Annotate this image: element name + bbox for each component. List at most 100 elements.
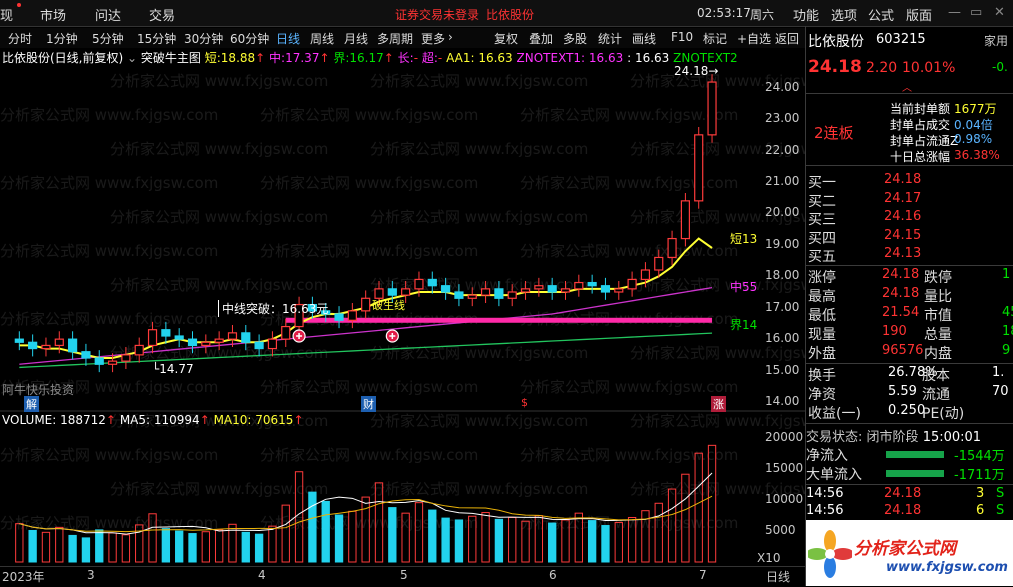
bid-row: 买四 24.15 <box>806 228 1013 247</box>
candle-body <box>134 344 144 356</box>
restore-icon[interactable]: ▭ <box>970 5 982 20</box>
volume-chart[interactable] <box>0 412 805 572</box>
tab-more[interactable]: 更多 <box>421 30 445 47</box>
date-july: 7 <box>699 568 707 582</box>
volume-bar <box>281 504 290 563</box>
tool-back[interactable]: 返回 <box>775 30 799 47</box>
fund-value: 0.250 <box>888 403 926 418</box>
tool-draw[interactable]: 画线 <box>632 30 656 47</box>
fund-label: 换手 <box>808 368 836 384</box>
tab-60min[interactable]: 60分钟 <box>230 30 269 47</box>
tab-monthly[interactable]: 月线 <box>344 30 368 47</box>
marker-dollar[interactable]: $ <box>521 396 528 409</box>
candle-body <box>227 332 238 340</box>
tick-time: 14:56 <box>806 486 844 501</box>
trade-time: 15:00:01 <box>922 430 982 445</box>
menu-function[interactable]: 功能 <box>793 5 819 24</box>
candle-body <box>467 294 477 299</box>
marker-zhang[interactable]: 涨 <box>711 396 726 412</box>
close-icon[interactable]: ✕ <box>994 5 1005 20</box>
chevron-up-icon[interactable]: ︿ <box>902 79 912 94</box>
volume-bar <box>55 526 64 563</box>
tab-fenshi[interactable]: 分时 <box>8 30 32 47</box>
candle-body <box>41 344 51 350</box>
menu-formula[interactable]: 公式 <box>868 5 894 24</box>
trade-login-notice[interactable]: 证券交易未登录 <box>395 6 479 23</box>
date-period[interactable]: 日线 <box>766 568 790 585</box>
bid-row: 买一 24.18 <box>806 172 1013 191</box>
candle-body <box>68 338 78 353</box>
candlestick-chart[interactable] <box>0 62 805 412</box>
bid-price: 24.15 <box>884 227 922 243</box>
volume-tick: 20000 <box>765 430 804 445</box>
menu-layout[interactable]: 版面 <box>906 5 932 24</box>
seal-stat-row: 当前封单额 1677万 <box>880 100 1013 116</box>
logo-url: www.fxjgsw.com <box>886 560 1008 575</box>
price-tick: 14.00 <box>765 394 800 408</box>
volume-bar <box>521 520 530 563</box>
candle-body <box>587 281 597 287</box>
menu-options[interactable]: 选项 <box>831 5 857 24</box>
tick-row: 14:56 24.18 3 S <box>806 486 1013 503</box>
tab-1min[interactable]: 1分钟 <box>46 30 78 47</box>
menu-trade[interactable]: 交易 <box>149 5 175 24</box>
volume-bar <box>494 518 504 563</box>
volume-bar <box>428 509 437 563</box>
menu-wenda[interactable]: 问达 <box>95 5 121 24</box>
tool-stats[interactable]: 统计 <box>598 30 622 47</box>
fund-label: PE(动) <box>922 406 965 422</box>
price-tick: 21.00 <box>765 174 800 188</box>
date-april: 4 <box>258 568 266 582</box>
marker-jie[interactable]: 解 <box>24 396 39 412</box>
candle-body <box>121 354 131 362</box>
candle-body <box>480 288 491 296</box>
fund-row: 收益(一) 0.250 PE(动) <box>806 403 1013 422</box>
volume-bar <box>41 531 51 563</box>
tab-5min[interactable]: 5分钟 <box>92 30 124 47</box>
bid-row: 买二 24.17 <box>806 191 1013 210</box>
tool-add-watchlist[interactable]: +自选 <box>737 30 771 47</box>
volume-bar <box>121 534 131 563</box>
candle-body <box>441 285 451 293</box>
candle-body <box>387 288 397 296</box>
volume-bar <box>468 515 477 563</box>
tool-overlay[interactable]: 叠加 <box>529 30 553 47</box>
candle-body <box>707 81 717 136</box>
tab-15min[interactable]: 15分钟 <box>137 30 176 47</box>
chevron-right-icon[interactable]: › <box>448 30 453 44</box>
menu-cut[interactable]: 现 <box>0 5 13 24</box>
minimize-icon[interactable]: — <box>948 5 961 20</box>
price-tick: 16.00 <box>765 331 800 346</box>
tool-mark[interactable]: 标记 <box>703 30 727 47</box>
volume-bar <box>667 488 677 563</box>
sector[interactable]: 家用 <box>984 32 1008 49</box>
flow-value: -1544万 <box>954 449 1005 464</box>
volume-bar <box>534 515 544 563</box>
ma5-value: MA5: 110994 <box>119 413 200 427</box>
change-pct: 10.01% <box>902 60 956 76</box>
menu-market[interactable]: 市场 <box>40 5 66 24</box>
quote-label: 总量 <box>924 327 952 343</box>
candle-body <box>214 338 224 343</box>
price-tick: 22.00 <box>765 142 800 157</box>
price-tick: 18.00 <box>765 268 800 283</box>
volume-bar <box>374 482 384 563</box>
tab-30min[interactable]: 30分钟 <box>184 30 223 47</box>
marker-cai[interactable]: 财 <box>361 396 376 412</box>
tool-f10[interactable]: F10 <box>671 30 693 44</box>
volume-bar <box>548 522 557 563</box>
volume-bar <box>148 513 157 563</box>
tab-multi-period[interactable]: 多周期 <box>377 30 413 47</box>
volume-tick: 5000 <box>765 523 796 538</box>
flow-value: -1711万 <box>954 468 1005 483</box>
bid-price: 24.17 <box>884 190 922 206</box>
tab-weekly[interactable]: 周线 <box>310 30 334 47</box>
date-may: 5 <box>400 568 408 582</box>
fund-value: 5.59 <box>888 384 917 399</box>
tool-fuquan[interactable]: 复权 <box>494 30 518 47</box>
volume-bar <box>681 473 690 563</box>
tab-daily[interactable]: 日线 <box>276 30 300 47</box>
tool-multistock[interactable]: 多股 <box>563 30 587 47</box>
volume-bar <box>601 525 610 563</box>
flower-logo-icon <box>808 530 852 578</box>
